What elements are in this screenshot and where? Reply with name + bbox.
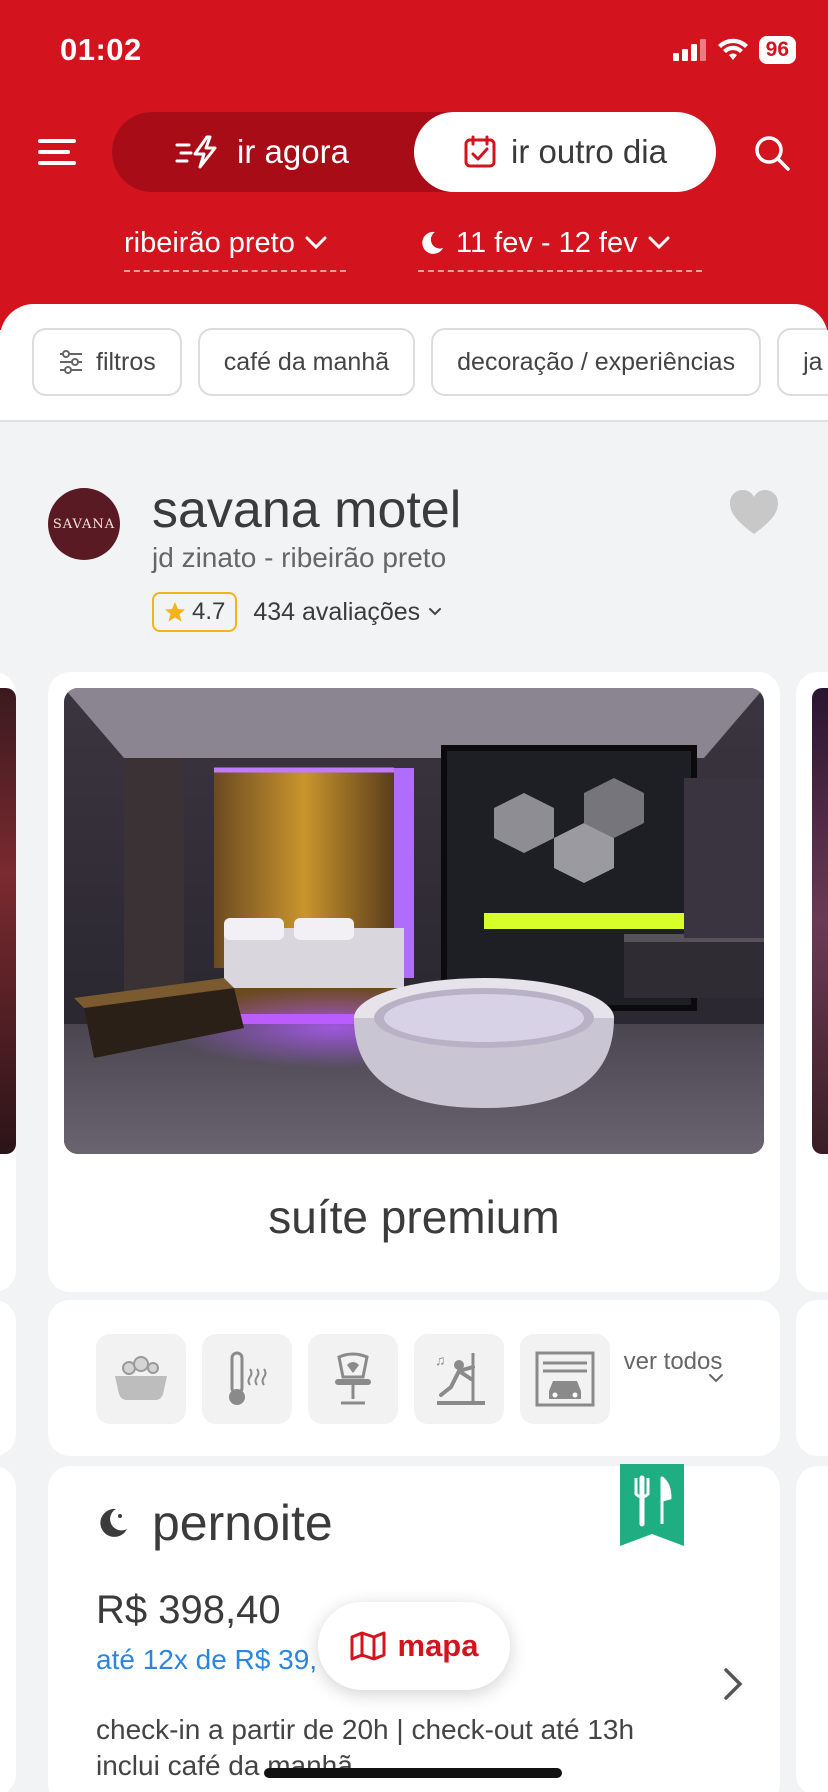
filters-chip[interactable]: filtros <box>32 328 182 396</box>
suite-name[interactable]: suíte premium <box>48 1190 780 1244</box>
motel-logo[interactable]: SAVANA <box>48 488 120 560</box>
home-indicator[interactable] <box>264 1768 562 1778</box>
chevron-down-icon <box>429 608 442 616</box>
sauna-icon <box>229 1351 267 1405</box>
lightning-icon <box>175 135 217 169</box>
next-suite-photo <box>812 688 828 1154</box>
search-selectors: ribeirão preto 11 fev - 12 fev <box>0 222 828 274</box>
signal-icon <box>672 39 706 61</box>
city-label: ribeirão preto <box>124 226 295 259</box>
prev-amenities-card <box>0 1300 16 1456</box>
calendar-check-icon <box>464 135 496 168</box>
reviews-count: 434 avaliações <box>253 597 421 626</box>
rating-row: 4.7 434 avaliações <box>152 592 442 632</box>
motel-logo-text: SAVANA <box>52 516 116 532</box>
rating-badge: 4.7 <box>152 592 238 632</box>
moon-star-icon <box>100 1508 127 1537</box>
motel-location: jd zinato - ribeirão preto <box>152 542 447 573</box>
search-icon[interactable] <box>752 133 792 173</box>
date-range-label: 11 fev - 12 fev <box>456 226 638 259</box>
wifi-icon <box>717 38 748 60</box>
chevron-down-icon <box>305 236 327 250</box>
amenity-private-garage[interactable] <box>520 1334 610 1424</box>
heart-icon[interactable] <box>728 488 780 536</box>
prev-suite-photo <box>0 688 16 1154</box>
city-selector[interactable]: ribeirão preto <box>124 222 346 272</box>
star-icon <box>165 602 185 622</box>
prev-offer-card <box>0 1466 16 1792</box>
amenity-bathtub[interactable] <box>96 1334 186 1424</box>
breakfast-badge-icon <box>620 1464 684 1546</box>
next-offer-card <box>796 1466 828 1792</box>
suite-photo[interactable] <box>64 688 764 1154</box>
period-label: pernoite <box>152 1495 333 1551</box>
erotic-chair-icon <box>335 1352 371 1405</box>
amenity-sauna[interactable] <box>202 1334 292 1424</box>
chevron-right-icon[interactable] <box>718 1664 748 1704</box>
checkin-times: check-in a partir de 20h | check-out até… <box>96 1714 635 1745</box>
map-button[interactable]: mapa <box>318 1602 510 1690</box>
go-now-option[interactable]: ir agora <box>112 112 412 192</box>
date-selector[interactable]: 11 fev - 12 fev <box>418 222 702 272</box>
sliders-icon <box>60 350 82 374</box>
battery-indicator: 96 <box>758 36 796 64</box>
map-icon <box>350 1631 385 1661</box>
app-header: 01:02 96 ir agora ir outro dia ribeirão … <box>0 0 828 330</box>
filters-chip-label: filtros <box>96 347 156 376</box>
go-now-label: ir agora <box>237 133 349 170</box>
installments: até 12x de R$ 39, <box>96 1644 318 1675</box>
decoration-chip-label: decoração / experiências <box>457 347 736 376</box>
breakfast-note: inclui café da manhã <box>96 1750 353 1781</box>
go-other-day-label: ir outro dia <box>511 133 667 170</box>
amenity-erotic-chair[interactable] <box>308 1334 398 1424</box>
more-chip[interactable]: ja <box>777 328 828 396</box>
chevron-down-icon <box>648 236 670 250</box>
more-chip-label: ja <box>803 347 823 376</box>
amenity-pole-dance[interactable]: ♫ <box>414 1334 504 1424</box>
filter-bar: filtros café da manhã decoração / experi… <box>0 304 828 422</box>
reviews-toggle[interactable]: 434 avaliações <box>253 598 442 627</box>
period-row: pernoite <box>96 1494 333 1552</box>
next-amenities-card <box>796 1300 828 1456</box>
svg-text:♫: ♫ <box>435 1352 446 1368</box>
price: R$ 398,40 <box>96 1588 281 1632</box>
breakfast-chip-label: café da manhã <box>223 347 390 376</box>
chevron-down-icon[interactable] <box>708 1372 724 1384</box>
bathtub-icon <box>115 1356 167 1400</box>
rating-value: 4.7 <box>192 598 226 625</box>
map-button-label: mapa <box>397 1628 479 1663</box>
go-other-day-option[interactable]: ir outro dia <box>414 112 716 192</box>
private-garage-icon <box>535 1351 595 1407</box>
decoration-chip[interactable]: decoração / experiências <box>431 328 762 396</box>
status-bar: 01:02 96 <box>60 28 796 72</box>
motel-header: SAVANA savana motel jd zinato - ribeirão… <box>0 470 828 640</box>
status-time: 01:02 <box>60 32 142 67</box>
visit-mode-toggle: ir agora ir outro dia <box>112 112 716 192</box>
amenities-row: ♫ <box>96 1334 610 1424</box>
status-icons: 96 <box>672 36 796 64</box>
breakfast-chip[interactable]: café da manhã <box>197 328 416 396</box>
pole-dance-icon: ♫ <box>435 1352 485 1405</box>
moon-icon <box>422 231 443 254</box>
menu-button[interactable] <box>38 139 76 167</box>
motel-name[interactable]: savana motel <box>152 480 461 540</box>
